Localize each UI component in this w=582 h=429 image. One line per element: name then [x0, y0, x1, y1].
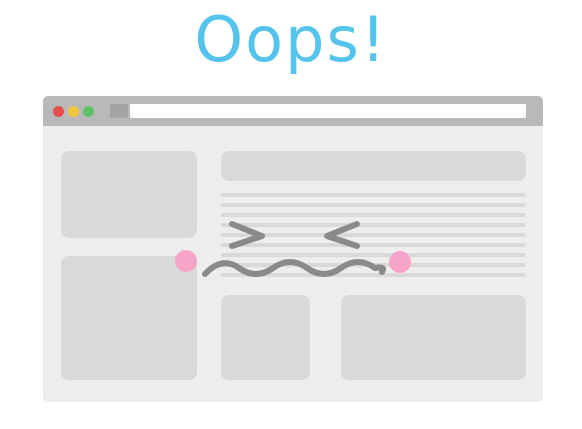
- right-blush: [389, 251, 411, 273]
- page-title: Oops!: [194, 3, 388, 76]
- wavy-mouth: [202, 259, 387, 277]
- confused-face-icon: [175, 221, 411, 277]
- left-blush: [175, 250, 197, 272]
- browser-window-illustration: [43, 96, 543, 402]
- right-squint-eye: [324, 221, 360, 249]
- left-squint-eye: [229, 221, 265, 249]
